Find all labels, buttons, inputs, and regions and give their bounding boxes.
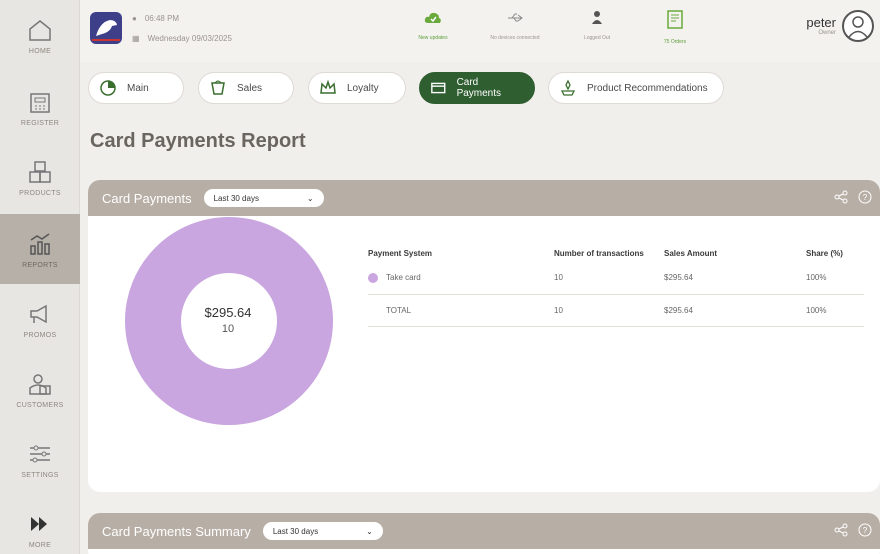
card-actions: ? bbox=[834, 190, 872, 204]
tab-product-recommendations[interactable]: Product Recommendations bbox=[548, 72, 724, 104]
chevron-down-icon: ⌄ bbox=[306, 193, 314, 203]
sales-icon bbox=[211, 80, 225, 95]
sidebar-item-customers[interactable]: CUSTOMERS bbox=[0, 354, 80, 424]
cloud-update-icon bbox=[424, 12, 441, 23]
sidebar-item-label: REPORTS bbox=[22, 261, 58, 269]
tab-loyalty[interactable]: Loyalty bbox=[308, 72, 406, 104]
summary-title: Card Payments Summary bbox=[102, 523, 251, 539]
home-icon bbox=[29, 19, 51, 41]
summary-date-range-select[interactable]: Last 30 days ⌄ bbox=[262, 522, 383, 540]
share-icon[interactable] bbox=[834, 190, 848, 204]
sidebar-item-label: HOME bbox=[28, 47, 52, 55]
sidebar-item-label: CUSTOMERS bbox=[16, 401, 64, 409]
card-payments-summary-panel: Card Payments Summary Last 30 days ⌄ ? bbox=[88, 513, 880, 554]
user-name: peter bbox=[806, 15, 836, 30]
current-time: 06:48 PM bbox=[144, 14, 180, 23]
app-logo bbox=[90, 12, 122, 44]
more-icon bbox=[31, 516, 47, 531]
clock: ● 06:48 PM bbox=[132, 14, 179, 23]
sidebar-item-register[interactable]: REGISTER bbox=[0, 72, 80, 142]
column-header: Sales Amount bbox=[664, 249, 718, 258]
card-payments-panel: Card Payments Last 30 days ⌄ ? $295.64 1… bbox=[88, 180, 880, 492]
user-role: Owner bbox=[818, 30, 836, 36]
tab-sales[interactable]: Sales bbox=[198, 72, 294, 104]
svg-text:?: ? bbox=[863, 193, 868, 202]
legend-dot bbox=[368, 272, 378, 283]
user-avatar-icon bbox=[848, 16, 868, 38]
user-menu[interactable]: peter Owner bbox=[806, 10, 874, 42]
sidebar-item-label: SETTINGS bbox=[21, 471, 59, 479]
crown-icon bbox=[320, 79, 336, 94]
sidebar-item-label: PROMOS bbox=[23, 331, 57, 339]
card-payments-header: Card Payments Last 30 days ⌄ ? bbox=[88, 180, 880, 216]
orders-icon bbox=[667, 10, 683, 29]
sidebar-item-label: MORE bbox=[28, 541, 52, 549]
help-icon[interactable]: ? bbox=[858, 190, 872, 204]
column-header: Number of transactions bbox=[554, 249, 644, 258]
status-devices[interactable]: No devices connected bbox=[480, 10, 550, 41]
donut-total-amount: $295.64 bbox=[204, 305, 252, 320]
person-icon bbox=[592, 11, 602, 24]
help-icon[interactable]: ? bbox=[858, 523, 872, 537]
top-bar: ● 06:48 PM ▦ Wednesday 09/03/2025 New up… bbox=[80, 0, 880, 62]
sidebar-item-home[interactable]: HOME bbox=[0, 0, 80, 70]
settings-icon bbox=[30, 445, 50, 462]
donut-total-count: 10 bbox=[221, 323, 235, 335]
sidebar-item-label: REGISTER bbox=[20, 119, 60, 127]
reports-icon bbox=[30, 232, 50, 255]
sidebar-item-settings[interactable]: SETTINGS bbox=[0, 424, 80, 494]
donut-slice-take-card bbox=[125, 217, 333, 425]
usb-icon bbox=[508, 13, 523, 22]
products-icon bbox=[29, 160, 51, 183]
share-icon[interactable] bbox=[834, 523, 848, 537]
summary-header: Card Payments Summary Last 30 days ⌄ ? bbox=[88, 513, 880, 549]
main-icon bbox=[100, 80, 116, 96]
calendar-icon: ▦ bbox=[132, 34, 140, 43]
card-icon bbox=[431, 82, 446, 94]
sidebar-item-reports[interactable]: REPORTS bbox=[0, 214, 80, 284]
promos-icon bbox=[30, 304, 47, 323]
column-header: Payment System bbox=[368, 249, 433, 258]
table-total-row: TOTAL 10 $295.64 100% bbox=[368, 294, 864, 327]
summary-actions: ? bbox=[834, 523, 872, 537]
payments-table: Payment System Number of transactions Sa… bbox=[368, 232, 864, 327]
table-header-row: Payment System Number of transactions Sa… bbox=[368, 232, 864, 262]
page-title: Card Payments Report bbox=[90, 130, 306, 152]
table-row: Take card 10 $295.64 100% bbox=[368, 262, 864, 295]
sidebar-item-label: PRODUCTS bbox=[19, 189, 61, 197]
date: ▦ Wednesday 09/03/2025 bbox=[132, 34, 232, 43]
sidebar: HOME REGISTER PRODUCTS REPORTS PROMOS CU… bbox=[0, 0, 80, 554]
register-icon bbox=[30, 92, 50, 113]
current-date: Wednesday 09/03/2025 bbox=[147, 34, 232, 43]
card-payments-title: Card Payments bbox=[102, 190, 192, 206]
date-range-select[interactable]: Last 30 days ⌄ bbox=[203, 189, 324, 207]
svg-text:?: ? bbox=[863, 526, 868, 535]
tab-card-payments[interactable]: Card Payments bbox=[419, 72, 535, 104]
customers-icon bbox=[29, 373, 51, 395]
status-orders[interactable]: 75 Orders bbox=[640, 10, 710, 45]
status-updates[interactable]: New updates bbox=[398, 10, 468, 41]
sidebar-item-promos[interactable]: PROMOS bbox=[0, 284, 80, 354]
status-login[interactable]: Logged Out bbox=[562, 10, 632, 41]
tab-main[interactable]: Main bbox=[88, 72, 184, 104]
column-header: Share (%) bbox=[806, 249, 843, 258]
avatar[interactable] bbox=[842, 10, 874, 42]
recommend-icon bbox=[560, 79, 576, 96]
clock-icon: ● bbox=[132, 14, 137, 23]
sidebar-item-products[interactable]: PRODUCTS bbox=[0, 142, 80, 212]
sidebar-item-more[interactable]: MORE bbox=[0, 494, 80, 554]
chevron-down-icon: ⌄ bbox=[366, 526, 373, 536]
payments-donut-chart bbox=[125, 217, 333, 425]
